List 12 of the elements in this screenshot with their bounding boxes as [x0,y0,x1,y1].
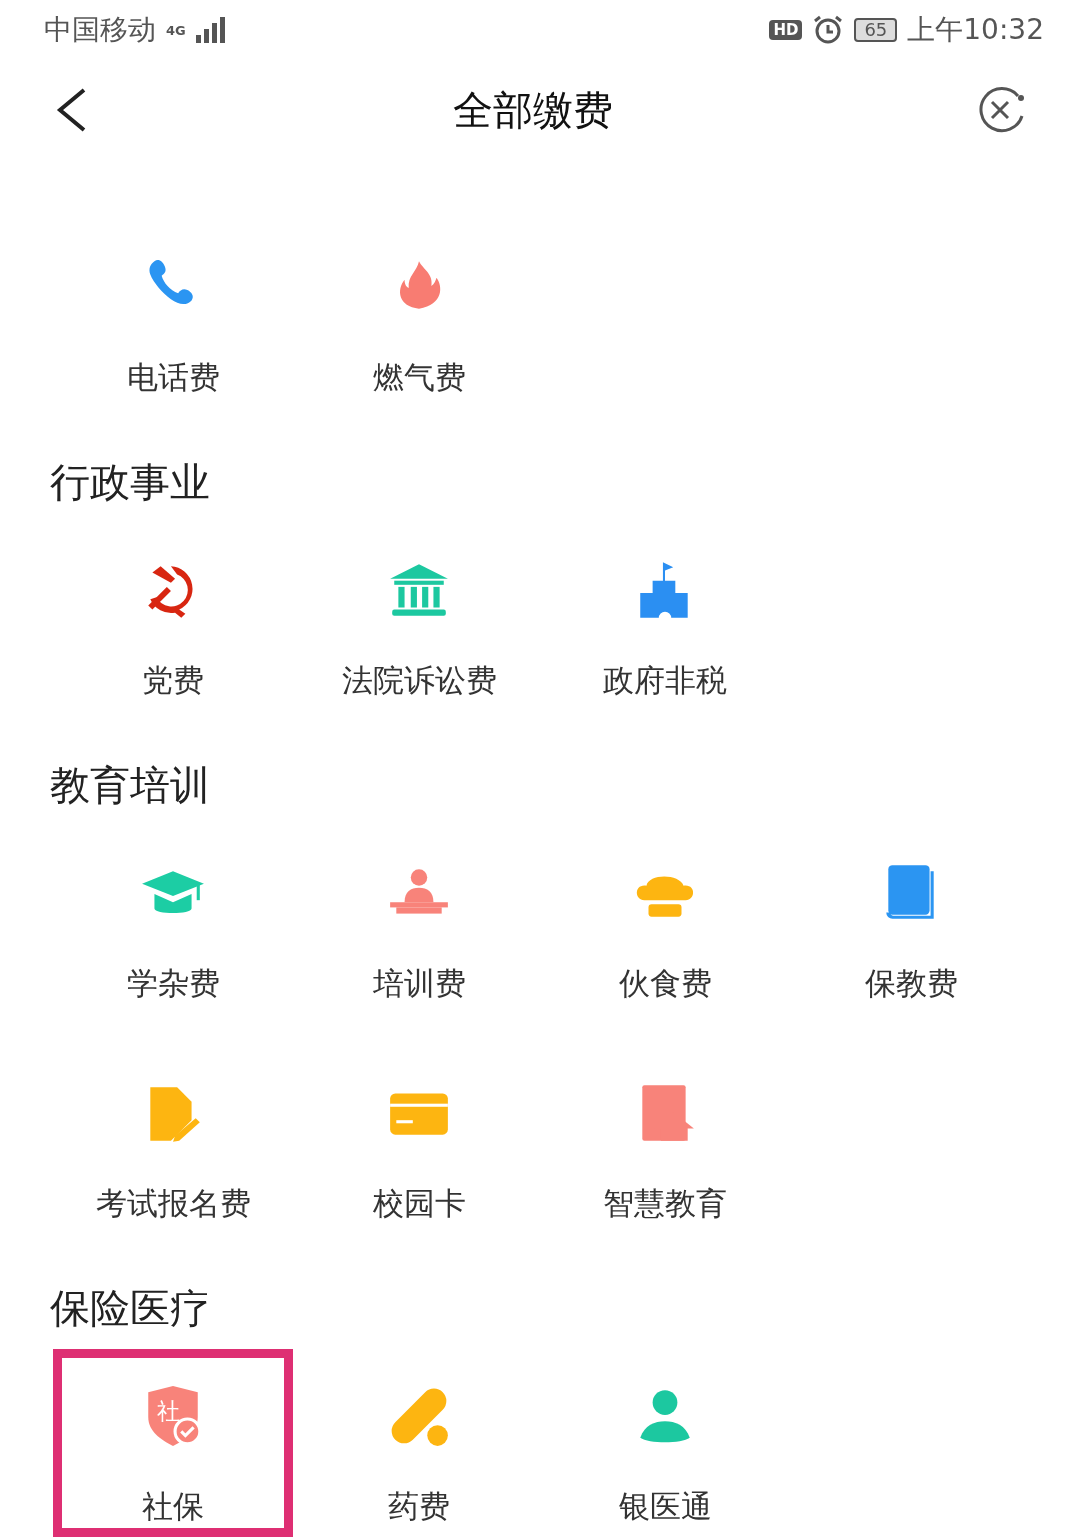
signal-icon [195,17,226,43]
carrier-name: 中国移动 [44,12,156,48]
section-heading: 保险医疗 [50,1284,211,1333]
payment-item[interactable]: 社 社保 [50,1346,296,1540]
hd-badge: HD [769,20,803,40]
alarm-icon [812,14,845,46]
battery-level: 65 [854,18,898,42]
clock-time: 上午10:32 [907,12,1044,48]
network-type: 4G [166,23,186,38]
section-heading: 教育培训 [50,761,211,810]
page-title: 全部缴费 [453,85,613,135]
section-heading: 行政事业 [50,458,211,507]
